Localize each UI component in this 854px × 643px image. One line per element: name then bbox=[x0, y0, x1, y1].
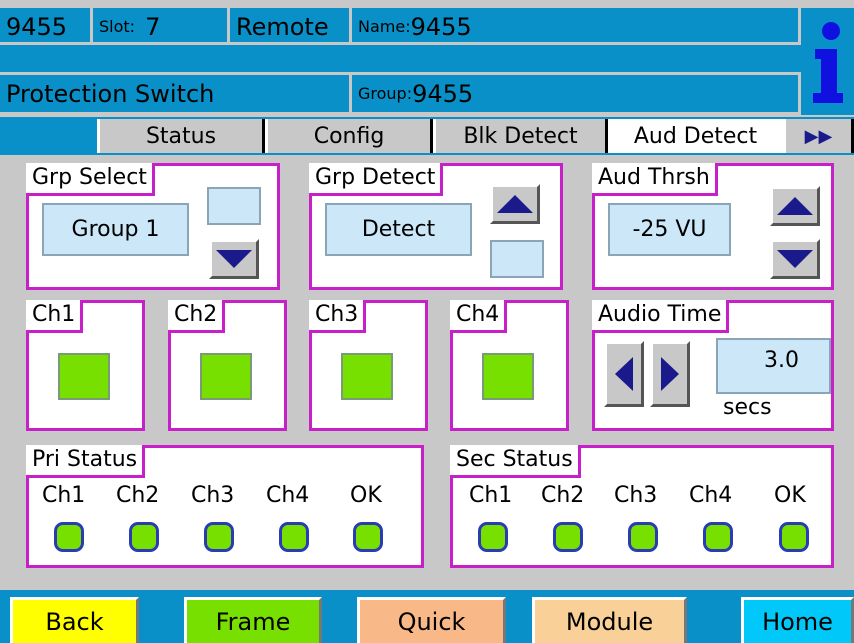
name-label: Name: bbox=[358, 17, 411, 36]
tab-more[interactable]: ▶▶ bbox=[783, 119, 854, 153]
group-cell: Group: 9455 bbox=[352, 75, 798, 112]
group-label: Group: bbox=[358, 84, 413, 103]
tab-config-label: Config bbox=[313, 123, 385, 149]
sec-ch3-label: Ch3 bbox=[614, 483, 658, 508]
ch4-indicator bbox=[482, 353, 534, 400]
up-arrow-icon bbox=[497, 195, 533, 213]
right-arrow-icon bbox=[661, 357, 679, 391]
pri-ok-label: OK bbox=[350, 483, 382, 508]
up-arrow-icon bbox=[777, 197, 813, 215]
ch1-indicator bbox=[58, 353, 110, 400]
ch4-panel: Ch4 bbox=[450, 300, 569, 431]
sec-ch1-led bbox=[478, 522, 508, 552]
sec-ch3-led bbox=[628, 522, 658, 552]
audio-time-increase-button[interactable] bbox=[650, 341, 690, 407]
tab-status-label: Status bbox=[145, 123, 217, 149]
aud-thrsh-down-button[interactable] bbox=[770, 239, 820, 279]
header-gap bbox=[0, 45, 801, 75]
tab-blk-detect-label: Blk Detect bbox=[463, 123, 578, 149]
info-icon bbox=[812, 21, 843, 103]
quick-button[interactable]: Quick bbox=[357, 597, 506, 643]
sec-status-title: Sec Status bbox=[450, 445, 581, 478]
sec-ch1-label: Ch1 bbox=[469, 483, 513, 508]
grp-select-down-button[interactable] bbox=[209, 239, 259, 279]
left-arrow-icon bbox=[615, 357, 633, 391]
tab-aud-detect-label: Aud Detect bbox=[633, 123, 758, 149]
audio-time-title: Audio Time bbox=[592, 300, 730, 333]
audio-time-value[interactable]: 3.0 bbox=[716, 338, 831, 394]
header-divider bbox=[0, 42, 801, 45]
grp-select-up-slot bbox=[207, 187, 261, 225]
sec-status-panel: Sec Status Ch1 Ch2 Ch3 Ch4 OK bbox=[450, 445, 834, 568]
down-arrow-icon bbox=[216, 250, 252, 268]
slot-value: 7 bbox=[145, 12, 161, 41]
aud-thrsh-panel: Aud Thrsh -25 VU bbox=[592, 163, 834, 290]
grp-detect-down-slot bbox=[490, 240, 544, 278]
name-cell: Name: 9455 bbox=[352, 8, 798, 45]
device-id: 9455 bbox=[0, 8, 90, 45]
audio-time-panel: Audio Time 3.0 secs bbox=[592, 300, 834, 431]
ch2-panel: Ch2 bbox=[168, 300, 287, 431]
grp-detect-up-button[interactable] bbox=[490, 184, 540, 224]
tab-blk-detect[interactable]: Blk Detect bbox=[433, 119, 608, 153]
group-value: 9455 bbox=[412, 79, 474, 108]
frame-button[interactable]: Frame bbox=[184, 597, 322, 643]
pri-ok-led bbox=[353, 522, 383, 552]
pri-ch4-led bbox=[279, 522, 309, 552]
slot-cell: Slot: 7 bbox=[93, 8, 227, 45]
back-button[interactable]: Back bbox=[10, 597, 139, 643]
pri-ch3-led bbox=[204, 522, 234, 552]
ch1-title: Ch1 bbox=[26, 300, 84, 333]
grp-detect-title: Grp Detect bbox=[309, 163, 444, 196]
sec-ok-label: OK bbox=[774, 483, 806, 508]
more-tabs-icon: ▶▶ bbox=[804, 125, 833, 147]
aud-thrsh-title: Aud Thrsh bbox=[592, 163, 718, 196]
tab-status[interactable]: Status bbox=[97, 119, 265, 153]
grp-detect-panel: Grp Detect Detect bbox=[309, 163, 563, 290]
ch4-title: Ch4 bbox=[450, 300, 508, 333]
pri-ch1-label: Ch1 bbox=[42, 483, 86, 508]
down-arrow-icon bbox=[777, 250, 813, 268]
sec-ok-led bbox=[779, 522, 809, 552]
name-value: 9455 bbox=[410, 12, 472, 41]
tab-aud-detect[interactable]: Aud Detect bbox=[608, 119, 783, 153]
grp-select-panel: Grp Select Group 1 bbox=[26, 163, 280, 290]
ch1-panel: Ch1 bbox=[26, 300, 145, 431]
pri-ch1-led bbox=[54, 522, 84, 552]
audio-time-decrease-button[interactable] bbox=[604, 341, 644, 407]
grp-detect-value[interactable]: Detect bbox=[325, 203, 472, 256]
audio-time-unit: secs bbox=[723, 395, 772, 420]
module-button[interactable]: Module bbox=[532, 597, 687, 643]
tab-config[interactable]: Config bbox=[265, 119, 433, 153]
slot-label: Slot: bbox=[99, 17, 136, 36]
ch3-panel: Ch3 bbox=[309, 300, 428, 431]
header-divider-2 bbox=[0, 72, 801, 75]
info-button[interactable] bbox=[801, 8, 854, 115]
sec-ch4-label: Ch4 bbox=[689, 483, 733, 508]
grp-select-title: Grp Select bbox=[26, 163, 155, 196]
sec-ch2-label: Ch2 bbox=[541, 483, 585, 508]
pri-status-title: Pri Status bbox=[26, 445, 146, 478]
pri-ch3-label: Ch3 bbox=[191, 483, 235, 508]
pri-ch2-label: Ch2 bbox=[116, 483, 160, 508]
ch3-title: Ch3 bbox=[309, 300, 367, 333]
grp-select-value[interactable]: Group 1 bbox=[42, 203, 189, 256]
home-button[interactable]: Home bbox=[741, 597, 854, 643]
ch3-indicator bbox=[341, 353, 393, 400]
ch2-indicator bbox=[200, 353, 252, 400]
pri-status-panel: Pri Status Ch1 Ch2 Ch3 Ch4 OK bbox=[26, 445, 424, 568]
aud-thrsh-value[interactable]: -25 VU bbox=[608, 203, 731, 256]
pri-ch2-led bbox=[129, 522, 159, 552]
mode-label: Remote bbox=[230, 8, 349, 45]
aud-thrsh-up-button[interactable] bbox=[770, 186, 820, 226]
pri-ch4-label: Ch4 bbox=[266, 483, 310, 508]
sec-ch2-led bbox=[553, 522, 583, 552]
ch2-title: Ch2 bbox=[168, 300, 226, 333]
top-strip bbox=[0, 0, 854, 8]
function-label: Protection Switch bbox=[0, 75, 349, 112]
sec-ch4-led bbox=[703, 522, 733, 552]
